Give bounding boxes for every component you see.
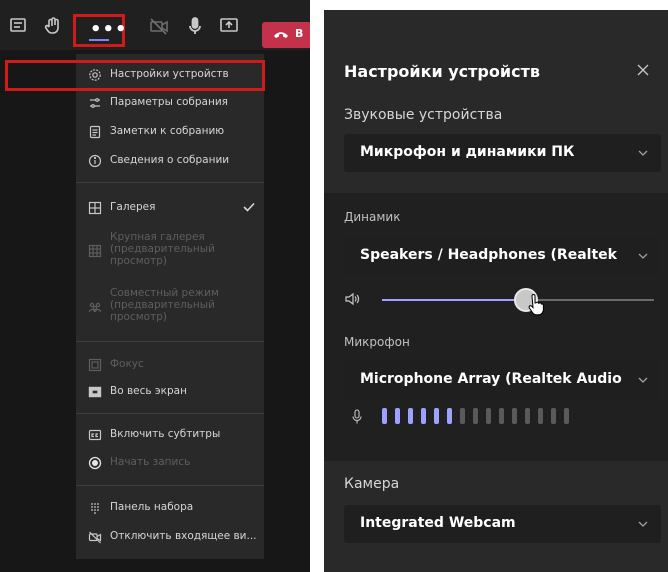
speaker-volume-fill xyxy=(382,299,526,301)
menu-item-label: Фокус xyxy=(110,358,144,370)
close-icon[interactable] xyxy=(635,62,651,78)
camera-dropdown[interactable]: Integrated Webcam xyxy=(344,505,661,543)
menu-divider xyxy=(76,182,264,183)
menu-item-large-gallery: Крупная галерея (предварительный просмот… xyxy=(76,230,264,270)
microphone-level-bar xyxy=(421,408,426,424)
microphone-level-bar xyxy=(564,408,569,424)
menu-item-captions[interactable]: Включить субтитры xyxy=(76,422,264,448)
microphone-level-bar xyxy=(486,408,491,424)
microphone-level-bar xyxy=(473,408,478,424)
notes-icon xyxy=(88,125,102,139)
audio-section-background xyxy=(324,193,668,461)
device-settings-panel: Настройки устройств Звуковые устройства … xyxy=(324,10,668,572)
raise-hand-icon[interactable] xyxy=(42,15,64,37)
chevron-down-icon xyxy=(638,521,648,527)
dialpad-icon xyxy=(88,501,102,515)
hand-pointer-cursor-icon xyxy=(528,294,544,316)
menu-item-label: Отключить входящее ви... xyxy=(110,530,257,542)
menu-item-label: Заметки к собранию xyxy=(110,125,225,137)
menu-item-meeting-options[interactable]: Параметры собрания xyxy=(76,90,264,116)
microphone-level-bar xyxy=(551,408,556,424)
microphone-label: Микрофон xyxy=(344,335,410,349)
microphone-level-bar xyxy=(538,408,543,424)
menu-item-focus: Фокус xyxy=(76,352,264,378)
device-settings-highlight xyxy=(5,60,265,91)
meeting-window: ••• В Настройки устройств Параметры собр… xyxy=(0,0,310,572)
microphone-level-bar xyxy=(525,408,530,424)
menu-item-gallery[interactable]: Галерея xyxy=(76,195,264,221)
large-gallery-icon xyxy=(88,244,102,258)
menu-item-dialpad[interactable]: Панель набора xyxy=(76,495,264,521)
microphone-level-bar xyxy=(460,408,465,424)
camera-label: Камера xyxy=(344,476,400,492)
audio-devices-dropdown[interactable]: Микрофон и динамики ПК xyxy=(344,134,661,172)
meeting-toolbar: ••• В xyxy=(0,0,310,50)
leave-label: В xyxy=(295,27,304,40)
video-off-icon xyxy=(88,530,102,544)
menu-item-meeting-notes[interactable]: Заметки к собранию xyxy=(76,119,264,145)
gallery-checkmark-icon xyxy=(243,202,255,212)
menu-item-label: Включить субтитры xyxy=(110,428,221,440)
menu-item-label: Начать запись xyxy=(110,456,191,468)
chat-icon[interactable] xyxy=(7,15,29,37)
microphone-value: Microphone Array (Realtek Audio) xyxy=(360,371,622,387)
together-mode-icon xyxy=(88,300,102,314)
sliders-icon xyxy=(88,96,102,110)
gallery-icon xyxy=(88,201,102,215)
speaker-icon xyxy=(345,292,360,306)
speaker-dropdown[interactable]: Speakers / Headphones (Realtek ... xyxy=(344,237,661,275)
chevron-down-icon xyxy=(638,377,648,383)
menu-item-label: Сведения о собрании xyxy=(110,154,230,166)
focus-icon xyxy=(88,358,102,372)
microphone-icon xyxy=(352,409,362,424)
share-screen-icon[interactable] xyxy=(218,15,240,37)
menu-item-label: Совместный режим (предварительный просмо… xyxy=(110,287,219,323)
menu-item-label: Панель набора xyxy=(110,501,194,513)
speaker-label: Динамик xyxy=(344,210,401,224)
more-actions-menu: Настройки устройств Параметры собрания З… xyxy=(76,54,264,559)
microphone-level-bar xyxy=(382,408,387,424)
speaker-value: Speakers / Headphones (Realtek ... xyxy=(360,247,622,263)
menu-item-label: Во весь экран xyxy=(110,385,187,397)
menu-item-turn-off-incoming-video[interactable]: Отключить входящее ви... xyxy=(76,524,264,550)
menu-item-fullscreen[interactable]: Во весь экран xyxy=(76,379,264,405)
menu-item-label: Крупная галерея (предварительный просмот… xyxy=(110,231,215,267)
chevron-down-icon xyxy=(638,253,648,259)
menu-item-meeting-info[interactable]: Сведения о собрании xyxy=(76,148,264,174)
more-actions-active-indicator xyxy=(89,39,109,41)
phone-hangup-icon xyxy=(274,32,288,38)
microphone-level-bar xyxy=(434,408,439,424)
menu-item-label: Параметры собрания xyxy=(110,96,228,108)
microphone-level-bar xyxy=(395,408,400,424)
menu-item-start-recording: Начать запись xyxy=(76,450,264,476)
menu-divider xyxy=(76,485,264,486)
captions-icon xyxy=(88,428,102,442)
camera-value: Integrated Webcam xyxy=(360,515,516,531)
microphone-level-bar xyxy=(447,408,452,424)
camera-off-icon[interactable] xyxy=(148,15,170,37)
panel-title: Настройки устройств xyxy=(344,62,540,81)
menu-item-label: Галерея xyxy=(110,201,156,213)
menu-divider xyxy=(76,341,264,342)
audio-devices-label: Звуковые устройства xyxy=(344,107,503,123)
microphone-level-bar xyxy=(408,408,413,424)
microphone-icon[interactable] xyxy=(184,15,206,37)
microphone-level-bar xyxy=(499,408,504,424)
record-icon xyxy=(88,456,102,470)
microphone-dropdown[interactable]: Microphone Array (Realtek Audio) xyxy=(344,361,661,399)
more-actions-highlight: ••• xyxy=(73,14,128,47)
info-icon xyxy=(88,154,102,168)
microphone-level-bar xyxy=(512,408,517,424)
leave-button[interactable]: В xyxy=(262,22,310,48)
menu-divider xyxy=(76,413,264,414)
fullscreen-icon xyxy=(88,385,102,399)
more-actions-button[interactable]: ••• xyxy=(90,19,128,40)
audio-devices-value: Микрофон и динамики ПК xyxy=(360,144,575,160)
menu-item-together-mode: Совместный режим (предварительный просмо… xyxy=(76,286,264,326)
chevron-down-icon xyxy=(638,150,648,156)
